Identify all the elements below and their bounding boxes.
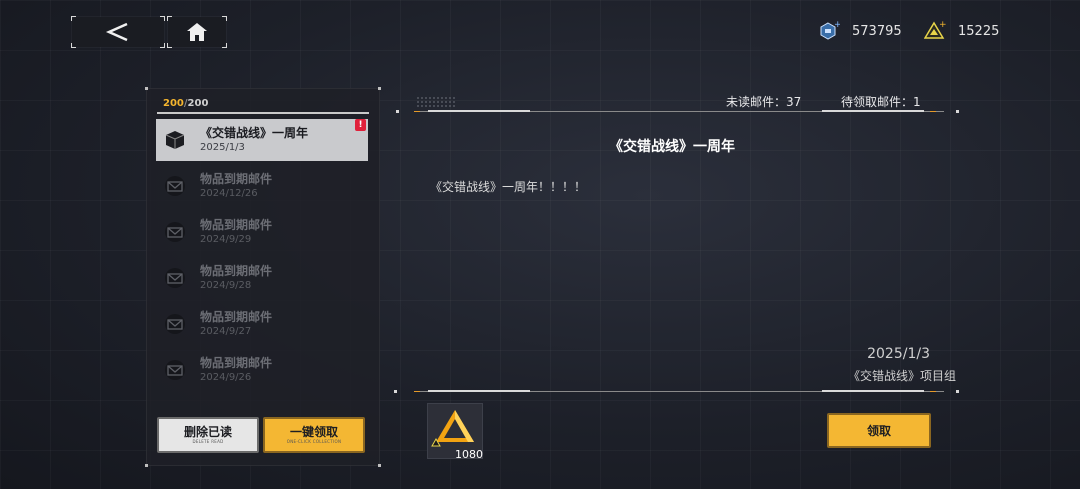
claim-label: 领取 xyxy=(866,424,891,438)
unread-count: 未读邮件：37 xyxy=(726,95,802,109)
list-item[interactable]: 物品到期邮件 2024/9/29 xyxy=(156,211,368,253)
currency-data-chip-value: 573795 xyxy=(852,23,902,39)
divider xyxy=(822,110,924,112)
divider xyxy=(157,112,369,114)
mail-detail-title: 《交错战线》一周年 xyxy=(609,139,735,155)
package-icon xyxy=(165,131,185,149)
mail-count: 200/200 xyxy=(163,98,209,109)
unread-badge: ! xyxy=(355,119,366,131)
envelope-icon xyxy=(165,268,185,288)
mail-date: 2025/1/3 xyxy=(200,142,245,153)
back-button[interactable] xyxy=(71,16,165,48)
mail-date: 2024/9/26 xyxy=(200,372,252,383)
currency-data-chip[interactable]: + 573795 xyxy=(818,19,902,43)
currency-triangle-gem[interactable]: + 15225 xyxy=(924,19,999,43)
collect-all-sublabel: ONE-CLICK COLLECTION xyxy=(286,439,342,444)
list-item[interactable]: 物品到期邮件 2024/9/28 xyxy=(156,257,368,299)
mail-title: 物品到期邮件 xyxy=(200,172,273,186)
triangle-gem-icon: + xyxy=(924,20,946,39)
chevron-left-icon xyxy=(105,22,128,42)
divider xyxy=(822,390,924,392)
delete-read-label: 删除已读 xyxy=(183,425,232,439)
envelope-icon xyxy=(165,314,185,334)
divider xyxy=(956,110,959,113)
delete-read-sublabel: DELETE READ xyxy=(192,439,224,444)
divider xyxy=(396,110,399,113)
claim-button[interactable]: 领取 xyxy=(827,413,931,448)
divider xyxy=(414,391,420,392)
divider xyxy=(428,390,530,392)
mail-title: 《交错战线》一周年 xyxy=(200,126,309,140)
mail-date: 2024/9/28 xyxy=(200,280,252,291)
home-icon xyxy=(187,23,207,41)
home-button[interactable] xyxy=(167,16,227,48)
svg-text:+: + xyxy=(834,20,840,30)
reward-item[interactable]: 1080 xyxy=(427,403,483,461)
list-item[interactable]: 《交错战线》一周年 2025/1/3 ! xyxy=(156,119,368,161)
reward-quantity: 1080 xyxy=(455,448,483,461)
decorative-dots xyxy=(416,96,456,108)
list-item[interactable]: 物品到期邮件 2024/12/26 xyxy=(156,165,368,207)
mail-title: 物品到期邮件 xyxy=(200,264,273,278)
envelope-icon xyxy=(165,222,185,242)
pending-count: 待领取邮件：1 xyxy=(841,95,921,109)
mail-date: 2024/12/26 xyxy=(200,188,258,199)
list-item[interactable]: 物品到期邮件 2024/9/26 xyxy=(156,349,368,391)
list-item[interactable]: 物品到期邮件 2024/9/27 xyxy=(156,303,368,345)
envelope-icon xyxy=(165,360,185,380)
divider xyxy=(930,391,936,392)
mail-title: 物品到期邮件 xyxy=(200,218,273,232)
mail-list-panel: 200/200 《交错战线》一周年 2025/1/3 ! 物品到期邮件 2024… xyxy=(145,87,381,467)
mail-title: 物品到期邮件 xyxy=(200,356,273,370)
mail-detail-date: 2025/1/3 xyxy=(867,346,930,362)
divider xyxy=(956,390,959,393)
svg-text:+: + xyxy=(939,20,946,30)
envelope-icon xyxy=(165,176,185,196)
mail-title: 物品到期邮件 xyxy=(200,310,273,324)
collect-all-button[interactable]: 一键领取 ONE-CLICK COLLECTION xyxy=(263,417,365,453)
divider xyxy=(930,111,936,112)
mail-date: 2024/9/27 xyxy=(200,326,252,337)
collect-all-label: 一键领取 xyxy=(289,425,338,439)
delete-read-button[interactable]: 删除已读 DELETE READ xyxy=(157,417,259,453)
currency-triangle-gem-value: 15225 xyxy=(958,23,1000,39)
mail-date: 2024/9/29 xyxy=(200,234,252,245)
mail-detail-body: 《交错战线》一周年！！！！ xyxy=(430,180,587,194)
mail-detail-sender: 《交错战线》项目组 xyxy=(847,369,956,383)
divider xyxy=(414,111,420,112)
divider xyxy=(428,110,530,112)
divider xyxy=(394,390,397,393)
data-chip-icon: + xyxy=(820,20,840,40)
